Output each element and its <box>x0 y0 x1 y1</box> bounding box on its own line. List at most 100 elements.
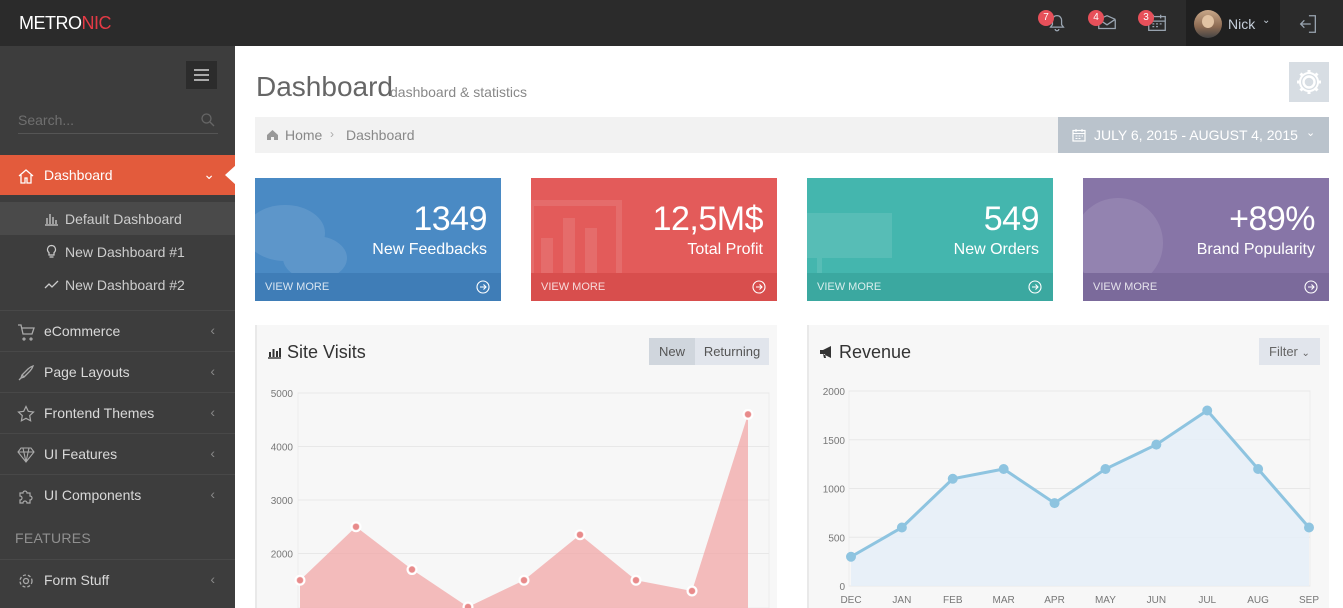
stat-number: 549 <box>983 200 1040 238</box>
y-tick-label: 1000 <box>823 485 846 496</box>
data-point <box>1151 439 1162 450</box>
data-point-dot <box>353 523 359 530</box>
tasks-button[interactable]: 3 <box>1138 10 1170 36</box>
graph-icon <box>44 280 59 289</box>
logout-icon <box>1299 15 1316 33</box>
chevron-down-icon: ⌄ <box>203 166 215 182</box>
inbox-button[interactable]: 4 <box>1088 10 1120 36</box>
breadcrumb-home[interactable]: Home <box>285 127 322 143</box>
star-icon <box>17 405 35 422</box>
sidebar-item-label: Frontend Themes <box>44 405 155 421</box>
bulb-icon <box>46 244 57 258</box>
stat-label: Brand Popularity <box>1196 241 1315 258</box>
search-input[interactable]: Search... <box>18 112 218 134</box>
chevron-left-icon: ‹ <box>210 445 215 461</box>
x-tick-label: APR <box>1044 595 1065 606</box>
site-visits-portlet: Site Visits New Returning 5000 4000 3000 20… <box>255 325 777 608</box>
sidebar-item-frontend-themes[interactable]: Frontend Themes ‹ <box>0 392 235 432</box>
chevron-left-icon: ‹ <box>210 404 215 420</box>
hamburger-line <box>194 79 209 81</box>
view-more-link[interactable]: VIEW MORE <box>807 273 1053 301</box>
logout-button[interactable] <box>1297 13 1319 35</box>
sidebar-subitem-default-dashboard[interactable]: Default Dashboard <box>0 202 235 235</box>
date-range-picker[interactable]: JULY 6, 2015 - AUGUST 4, 2015 ⌄ <box>1058 117 1329 153</box>
logo[interactable]: METRONIC <box>19 13 111 34</box>
data-point <box>1253 464 1264 474</box>
home-icon <box>18 169 34 184</box>
data-point-dot <box>633 577 639 584</box>
calendar-icon <box>1072 129 1086 142</box>
page-subtitle: dashboard & statistics <box>390 84 527 100</box>
hamburger-line <box>194 69 209 71</box>
view-more-link[interactable]: VIEW MORE <box>1083 273 1329 301</box>
rocket-icon <box>18 364 35 381</box>
sidebar-item-ui-components[interactable]: UI Components ‹ <box>0 474 235 514</box>
revenue-chart: 2000 1500 1000 500 0 DEC JAN FEB MAR APR MAY JUN JUL… <box>823 387 1320 606</box>
y-tick-label: 2000 <box>823 387 846 398</box>
breadcrumb-current: Dashboard <box>346 127 415 143</box>
sidebar-item-label: UI Components <box>44 487 142 503</box>
y-tick-label: 2000 <box>271 550 294 561</box>
arrow-circle-right-icon <box>1304 280 1318 294</box>
stat-card-profit: 12,5M$ Total Profit VIEW MORE <box>531 178 777 301</box>
notifications-button[interactable]: 7 <box>1038 10 1070 36</box>
data-point-dot <box>409 566 415 573</box>
view-more-label: VIEW MORE <box>1093 281 1158 293</box>
logo-main: METRO <box>19 13 82 33</box>
data-point <box>896 522 907 533</box>
stat-card-feedbacks: 1349 New Feedbacks VIEW MORE <box>255 178 501 301</box>
data-point <box>1049 498 1060 509</box>
sidebar-subitem-new-dashboard-1[interactable]: New Dashboard #1 <box>0 235 235 268</box>
sidebar-subitem-new-dashboard-2[interactable]: New Dashboard #2 <box>0 268 235 301</box>
stat-card-popularity: +89% Brand Popularity VIEW MORE <box>1083 178 1329 301</box>
x-tick-label: JAN <box>892 595 911 606</box>
data-point <box>1304 522 1314 533</box>
logo-accent: NIC <box>81 13 112 33</box>
data-point <box>998 464 1009 474</box>
stat-number: 1349 <box>413 200 487 238</box>
data-point <box>1202 405 1213 416</box>
view-more-link[interactable]: VIEW MORE <box>531 273 777 301</box>
y-tick-label: 500 <box>828 533 845 544</box>
stat-label: New Feedbacks <box>372 241 487 258</box>
arrow-circle-right-icon <box>752 280 766 294</box>
sidebar-item-label: UI Features <box>44 446 118 462</box>
diamond-icon <box>17 447 35 463</box>
chevron-right-icon: › <box>330 127 334 141</box>
sidebar-item-dashboard[interactable]: Dashboard ⌄ <box>0 155 236 195</box>
sidebar-item-ui-features[interactable]: UI Features ‹ <box>0 433 235 473</box>
view-more-label: VIEW MORE <box>265 281 330 293</box>
sidebar-subitem-label: New Dashboard #2 <box>65 277 185 293</box>
puzzle-icon <box>19 490 33 504</box>
y-tick-label: 3000 <box>271 496 294 507</box>
view-more-link[interactable]: VIEW MORE <box>255 273 501 301</box>
tasks-badge: 3 <box>1138 10 1154 26</box>
sidebar-toggler[interactable] <box>186 61 217 89</box>
y-tick-label: 4000 <box>271 443 294 454</box>
sidebar-item-form-stuff[interactable]: Form Stuff ‹ <box>0 559 235 599</box>
x-tick-label: FEB <box>943 595 963 606</box>
sidebar-item-page-layouts[interactable]: Page Layouts ‹ <box>0 351 235 391</box>
x-tick-label: DEC <box>840 595 861 606</box>
sidebar-item-label: Form Stuff <box>44 572 110 588</box>
user-name: Nick <box>1228 16 1256 32</box>
breadcrumb: Home › Dashboard <box>255 117 1058 153</box>
data-point-dot <box>521 577 527 584</box>
inbox-badge: 4 <box>1088 10 1104 26</box>
theme-settings-button[interactable] <box>1289 62 1329 102</box>
stat-number: 12,5M$ <box>652 200 764 238</box>
search-icon[interactable] <box>200 112 216 128</box>
hamburger-line <box>194 74 209 76</box>
data-point <box>846 551 856 562</box>
sidebar-item-ecommerce[interactable]: eCommerce ‹ <box>0 310 235 350</box>
view-more-label: VIEW MORE <box>541 281 606 293</box>
sidebar-item-label: Dashboard <box>44 167 113 183</box>
view-more-label: VIEW MORE <box>817 281 882 293</box>
bar-chart-icon <box>45 214 58 226</box>
data-point <box>947 473 958 484</box>
user-menu[interactable]: Nick ⌄ <box>1186 0 1280 46</box>
top-bar: METRONIC 7 4 3 Nick ⌄ <box>0 0 1343 46</box>
stat-label: Total Profit <box>687 241 763 258</box>
gear-icon <box>1297 70 1321 94</box>
home-icon <box>267 130 278 140</box>
